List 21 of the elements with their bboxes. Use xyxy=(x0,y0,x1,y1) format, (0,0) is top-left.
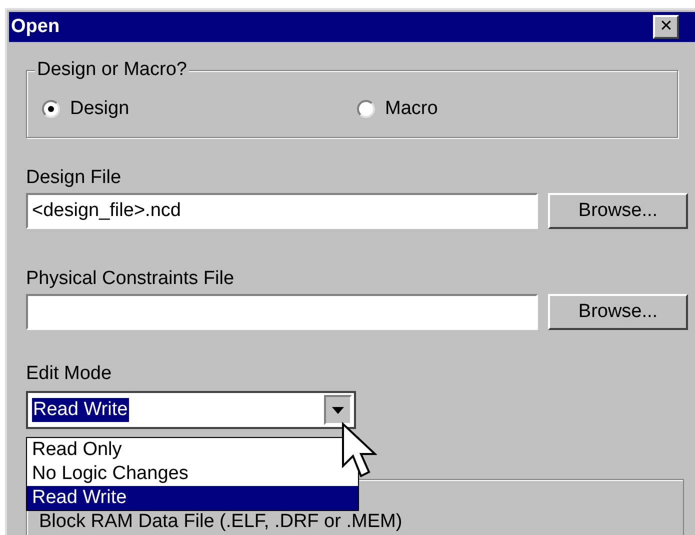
edit-mode-dropdown[interactable]: Read Write xyxy=(26,391,356,429)
window-title: Open xyxy=(11,14,60,39)
file-path-field[interactable]: <design_file>.ncd xyxy=(26,193,538,229)
radio-label: Design xyxy=(70,96,130,121)
radio-button[interactable] xyxy=(357,100,375,118)
field-label: Design File xyxy=(26,168,122,187)
dropdown-option[interactable]: No Logic Changes xyxy=(27,462,358,486)
radio-label: Macro xyxy=(385,96,438,121)
close-button[interactable]: ✕ xyxy=(653,15,679,39)
browse-button[interactable]: Browse... xyxy=(548,193,688,229)
group-label: Design or Macro? xyxy=(35,59,189,81)
caret-icon xyxy=(332,406,344,414)
dropdown-option[interactable]: Read Write xyxy=(27,486,358,510)
selected-value: Read Write xyxy=(32,398,129,422)
dropdown-arrow-button[interactable] xyxy=(324,395,352,425)
group-label: Block RAM Data File (.ELF, .DRF or .MEM) xyxy=(39,511,402,532)
radio-button[interactable] xyxy=(42,100,60,118)
file-path-field[interactable] xyxy=(26,294,538,330)
field-label: Edit Mode xyxy=(26,364,113,383)
browse-button[interactable]: Browse... xyxy=(548,294,688,330)
field-label: Physical Constraints File xyxy=(26,269,236,288)
